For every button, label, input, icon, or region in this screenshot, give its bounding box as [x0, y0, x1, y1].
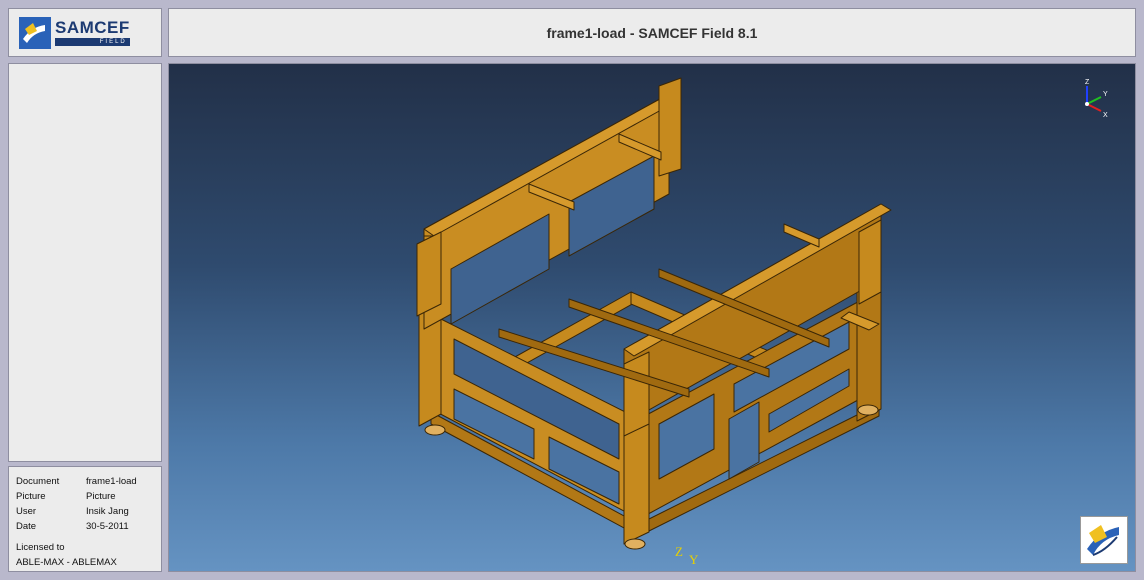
- info-key: Document: [16, 476, 60, 487]
- licensed-label: Licensed to: [16, 542, 65, 553]
- info-value: frame1-load: [86, 476, 137, 487]
- info-value: 30-5-2011: [86, 521, 129, 532]
- column: [623, 351, 650, 437]
- info-value: Picture: [86, 491, 116, 502]
- column: [858, 219, 882, 305]
- info-value: Insik Jang: [86, 506, 129, 517]
- info-row-user: User Insik Jang: [16, 506, 161, 521]
- bracket: [783, 223, 820, 248]
- foot-pad: [424, 424, 446, 436]
- document-info-panel: Document frame1-load Picture Picture Use…: [8, 466, 162, 572]
- info-row-document: Document frame1-load: [16, 476, 161, 491]
- foot-pad: [857, 404, 879, 416]
- foot-pad: [624, 538, 646, 550]
- column: [416, 231, 442, 317]
- axis-triad-icon: Z Y X: [1085, 79, 1108, 119]
- logo-panel: SAMCEF FIELD: [8, 8, 162, 57]
- licensee-name: ABLE-MAX - ABLEMAX: [16, 557, 117, 568]
- samcef-logo: SAMCEF FIELD: [19, 16, 130, 49]
- info-row-date: Date 30-5-2011: [16, 521, 161, 536]
- side-panel: [8, 63, 162, 462]
- info-key: Date: [16, 521, 37, 532]
- samcef-corner-logo: [1080, 516, 1128, 564]
- triad-x-label: X: [1103, 112, 1108, 119]
- title-bar: frame1-load - SAMCEF Field 8.1: [168, 8, 1136, 57]
- info-row-picture: Picture Picture: [16, 491, 161, 506]
- samcef-logo-icon: [19, 16, 51, 49]
- info-key: Picture: [16, 491, 46, 502]
- origin-z-label: Z: [675, 544, 683, 559]
- frame-model[interactable]: Z Y X: [169, 64, 1135, 571]
- window-title: frame1-load - SAMCEF Field 8.1: [546, 24, 758, 41]
- origin-y-label: Y: [689, 552, 699, 567]
- brand-subtitle: FIELD: [55, 38, 130, 46]
- info-key: User: [16, 506, 37, 517]
- samcef-corner-logo-icon: [1087, 525, 1119, 556]
- column: [658, 77, 682, 177]
- brand-name: SAMCEF: [55, 18, 130, 37]
- 3d-viewport[interactable]: Z Y X Z Y: [168, 63, 1136, 572]
- triad-z-label: Z: [1085, 79, 1090, 86]
- triad-y-label: Y: [1103, 91, 1108, 98]
